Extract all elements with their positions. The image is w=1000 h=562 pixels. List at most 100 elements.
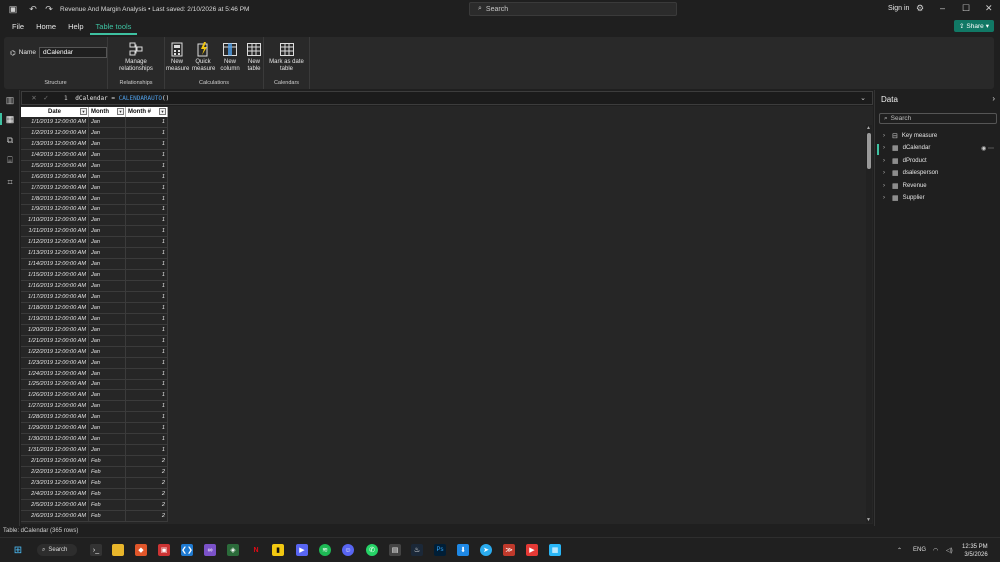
app-icon-red-3[interactable]: ▶ (526, 544, 538, 556)
undo-icon[interactable]: ↶ (26, 2, 40, 16)
table-row[interactable]: 1/24/2019 12:00:00 AM Jan 1 (21, 368, 168, 380)
data-pane-item-key-measure[interactable]: › ⊟ Key measure (883, 130, 998, 141)
netflix-icon[interactable]: N (250, 544, 262, 556)
cell-month[interactable]: Feb (89, 510, 126, 521)
table-row[interactable]: 1/17/2019 12:00:00 AM Jan 1 (21, 292, 168, 303)
telegram-icon[interactable]: ➤ (480, 544, 492, 556)
data-pane-search[interactable]: ⌕ Search (879, 113, 997, 124)
app-icon-purple[interactable]: ▶ (296, 544, 308, 556)
cell-month-number[interactable]: 1 (126, 335, 168, 346)
cell-month-number[interactable]: 1 (126, 434, 168, 445)
cell-month-number[interactable]: 1 (126, 226, 168, 237)
table-row[interactable]: 1/4/2019 12:00:00 AM Jan 1 (21, 149, 168, 161)
sign-in-link[interactable]: Sign in (888, 5, 909, 12)
table-row[interactable]: 1/15/2019 12:00:00 AM Jan 1 (21, 270, 168, 282)
cell-month[interactable]: Feb (89, 467, 126, 477)
visual-studio-icon[interactable]: ∞ (204, 544, 216, 556)
language-indicator[interactable]: ENG (913, 547, 926, 553)
chevron-right-icon[interactable]: › (883, 158, 888, 164)
dax-query-view-icon[interactable]: ⌸ (4, 154, 16, 166)
filter-dropdown-icon[interactable]: ▼ (117, 108, 124, 115)
table-row[interactable]: 1/27/2019 12:00:00 AM Jan 1 (21, 401, 168, 413)
chevron-up-icon[interactable]: ⌃ (897, 547, 902, 554)
file-explorer-icon[interactable] (112, 544, 124, 556)
cell-date[interactable]: 1/12/2019 12:00:00 AM (21, 237, 89, 248)
cell-month-number[interactable]: 1 (126, 379, 168, 390)
data-pane-item-supplier[interactable]: › ▦ Supplier (883, 193, 998, 204)
data-pane-item-revenue[interactable]: › ▦ Revenue (883, 180, 998, 191)
vertical-scrollbar[interactable]: ▲ ▼ (866, 125, 872, 523)
share-button[interactable]: ⇪ Share ▾ (954, 20, 994, 32)
cell-date[interactable]: 1/23/2019 12:00:00 AM (21, 357, 89, 368)
scroll-down-icon[interactable]: ▼ (866, 517, 871, 523)
table-row[interactable]: 1/10/2019 12:00:00 AM Jan 1 (21, 215, 168, 227)
filter-dropdown-icon[interactable]: ▼ (159, 108, 166, 115)
data-pane-item-dproduct[interactable]: › ▦ dProduct (883, 155, 998, 166)
tmdl-view-icon[interactable]: ⌗ (4, 176, 16, 188)
cell-date[interactable]: 1/21/2019 12:00:00 AM (21, 335, 89, 346)
whatsapp-icon[interactable]: ✆ (366, 544, 378, 556)
app-icon-red[interactable]: ▣ (158, 544, 170, 556)
cell-date[interactable]: 2/6/2019 12:00:00 AM (21, 510, 89, 521)
chevron-right-icon[interactable]: › (883, 170, 888, 176)
filter-dropdown-icon[interactable]: ▼ (80, 108, 87, 115)
cell-month-number[interactable]: 1 (126, 182, 168, 193)
clock[interactable]: 12:35 PM 3/5/2026 (962, 543, 988, 559)
cell-month[interactable]: Jan (89, 204, 126, 215)
table-row[interactable]: 2/3/2019 12:00:00 AM Feb 2 (21, 477, 168, 489)
cell-month-number[interactable]: 2 (126, 499, 168, 510)
table-row[interactable]: 1/13/2019 12:00:00 AM Jan 1 (21, 248, 168, 260)
cell-month[interactable]: Jan (89, 160, 126, 171)
cell-date[interactable]: 2/2/2019 12:00:00 AM (21, 467, 89, 477)
table-row[interactable]: 1/2/2019 12:00:00 AM Jan 1 (21, 127, 168, 139)
cell-month-number[interactable]: 2 (126, 488, 168, 499)
discord-icon[interactable]: ☺ (342, 544, 354, 556)
table-row[interactable]: 1/9/2019 12:00:00 AM Jan 1 (21, 204, 168, 216)
column-header-month[interactable]: Month ▼ (89, 107, 126, 117)
cell-date[interactable]: 1/16/2019 12:00:00 AM (21, 281, 89, 291)
cell-date[interactable]: 1/29/2019 12:00:00 AM (21, 423, 89, 434)
cell-date[interactable]: 1/25/2019 12:00:00 AM (21, 379, 89, 390)
cell-date[interactable]: 1/8/2019 12:00:00 AM (21, 193, 89, 204)
table-row[interactable]: 2/6/2019 12:00:00 AM Feb 2 (21, 510, 168, 522)
cell-month-number[interactable]: 1 (126, 237, 168, 248)
redo-icon[interactable]: ↷ (42, 2, 56, 16)
cell-month-number[interactable]: 1 (126, 357, 168, 368)
cell-date[interactable]: 1/13/2019 12:00:00 AM (21, 248, 89, 259)
settings-icon[interactable]: ⚙ (916, 3, 924, 14)
chevron-right-icon[interactable]: › (883, 145, 888, 151)
cell-month[interactable]: Feb (89, 488, 126, 499)
cell-date[interactable]: 1/15/2019 12:00:00 AM (21, 270, 89, 281)
download-icon[interactable]: ⬇ (457, 544, 469, 556)
cell-month[interactable]: Jan (89, 117, 126, 127)
table-row[interactable]: 1/28/2019 12:00:00 AM Jan 1 (21, 412, 168, 424)
chevron-right-icon[interactable]: › (883, 195, 888, 201)
maximize-icon[interactable]: ☐ (962, 3, 970, 14)
cell-month[interactable]: Jan (89, 390, 126, 401)
formula-bar[interactable]: ✕ ✓ 1 dCalendar = CALENDARAUTO() ⌄ (21, 91, 873, 105)
table-row[interactable]: 1/1/2019 12:00:00 AM Jan 1 (21, 117, 168, 128)
data-pane-item-dsalesperson[interactable]: › ▦ dsalesperson (883, 168, 998, 179)
table-row[interactable]: 1/25/2019 12:00:00 AM Jan 1 (21, 379, 168, 391)
cell-month[interactable]: Jan (89, 324, 126, 335)
table-row[interactable]: 1/3/2019 12:00:00 AM Jan 1 (21, 138, 168, 150)
cell-date[interactable]: 1/3/2019 12:00:00 AM (21, 138, 89, 149)
table-row[interactable]: 1/7/2019 12:00:00 AM Jan 1 (21, 182, 168, 194)
cell-month[interactable]: Jan (89, 270, 126, 281)
cell-month[interactable]: Jan (89, 434, 126, 445)
cell-month-number[interactable]: 1 (126, 302, 168, 313)
column-header-date[interactable]: Date ▼ (21, 107, 89, 117)
cell-date[interactable]: 1/6/2019 12:00:00 AM (21, 171, 89, 182)
cell-date[interactable]: 1/28/2019 12:00:00 AM (21, 412, 89, 423)
cell-date[interactable]: 2/3/2019 12:00:00 AM (21, 477, 89, 488)
more-options-icon[interactable]: ◉ ⋯ (981, 145, 994, 152)
cell-month[interactable]: Feb (89, 456, 126, 466)
formula-text[interactable]: 1 dCalendar = CALENDARAUTO() (64, 95, 169, 102)
app-icon-green[interactable]: ◈ (227, 544, 239, 556)
cell-month-number[interactable]: 1 (126, 215, 168, 226)
cell-month[interactable]: Jan (89, 401, 126, 412)
cell-date[interactable]: 1/4/2019 12:00:00 AM (21, 149, 89, 160)
app-icon-gray[interactable]: ▤ (389, 544, 401, 556)
brave-browser-icon[interactable]: ◆ (135, 544, 147, 556)
cell-month[interactable]: Feb (89, 477, 126, 488)
